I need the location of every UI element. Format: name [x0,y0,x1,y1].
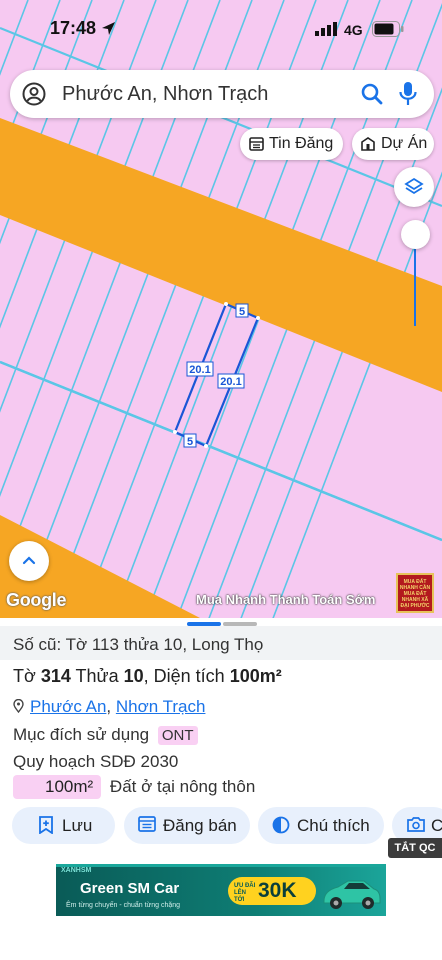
expand-button[interactable] [9,541,49,581]
post-for-sale-button[interactable]: Đăng bán [124,807,250,844]
map-ad-thumbnail[interactable]: MUA ĐẤT NHANH CẦN MUA ĐẤT NHANH XÃ ĐẠI P… [396,573,434,613]
usage-label: Mục đích sử dụng [13,725,150,744]
zoom-slider-knob[interactable] [401,220,430,249]
area-prefix: , Diện tích [143,666,230,686]
parcel-summary: Tờ 314 Thửa 10, Diện tích 100m² [13,666,282,687]
listings-chip[interactable]: Tin Đăng [240,128,343,160]
location-pin-icon [13,698,24,714]
location-separator: , [106,697,116,716]
plan-area-badge: 100m² [13,775,102,799]
status-time: 17:48 [50,18,97,38]
car-icon [323,880,381,909]
plan-row: 100m² Đất ở tại nông thôn [13,775,255,799]
dim-label-left: 20.1 [186,361,214,377]
district-link[interactable]: Nhơn Trạch [116,697,206,716]
usage-code-badge: ONT [157,726,198,745]
ad-title: Green SM Car [80,880,180,897]
ad-promo-value: 30K [258,879,297,902]
dim-label-top: 5 [235,303,249,318]
post-for-sale-label: Đăng bán [163,816,237,835]
svg-text:5: 5 [187,436,193,448]
projects-chip-label: Dự Án [381,135,428,152]
listings-chip-label: Tin Đăng [269,135,334,152]
ad-promo-small: ƯU ĐÃI LÊN TỚI [234,883,256,903]
sheet-handle-inactive[interactable] [223,622,257,626]
battery-icon [372,21,404,37]
old-record-text: Số cũ: Tờ 113 thửa 10, Long Thọ [13,635,264,654]
sheet-handle-active[interactable] [187,622,221,626]
status-bar: 17:48 4G [0,0,442,60]
capture-button-label: C [431,816,442,835]
parcel-vertex [204,444,208,448]
account-icon[interactable] [22,82,46,106]
location-row: Phước An, Nhơn Trạch [13,697,205,717]
save-button-label: Lưu [62,816,93,835]
layers-button[interactable] [394,167,434,207]
listings-icon [249,137,264,151]
sheet-prefix: Tờ [13,666,41,686]
layers-icon [404,177,424,195]
ad-promo-pill: ƯU ĐÃI LÊN TỚI 30K [228,877,316,905]
plan-description: Đất ở tại nông thôn [109,777,256,796]
svg-text:20.1: 20.1 [220,376,241,388]
location-arrow-icon [102,22,115,35]
parcel-prefix: Thửa [70,666,124,686]
ad-banner[interactable]: XANHSM Green SM Car Êm từng chuyến - chu… [56,864,386,916]
network-type: 4G [344,22,363,38]
bookmark-plus-icon [39,816,53,834]
parcel-vertex [173,430,177,434]
close-ad-button[interactable]: TẮT QC [388,838,442,858]
search-icon[interactable] [360,82,384,106]
projects-chip[interactable]: Dự Án [352,128,434,160]
plan-label: Quy hoạch SDĐ 2030 [13,752,179,771]
chevron-up-icon [22,556,36,565]
dim-label-bottom: 5 [183,433,197,448]
parcel-vertex [256,316,260,320]
dim-label-right: 20.1 [217,373,245,389]
old-record-row: Số cũ: Tờ 113 thửa 10, Long Thọ [0,626,442,660]
usage-row: Mục đích sử dụng ONT [13,725,198,745]
ward-link[interactable]: Phước An [30,697,106,716]
map-ad-text[interactable]: Mua Nhanh Thanh Toán Sớm [196,592,375,607]
map-ad-thumbnail-text: MUA ĐẤT NHANH CẦN MUA ĐẤT NHANH XÃ ĐẠI P… [399,579,431,609]
google-logo: Google [6,590,67,610]
camera-plus-icon [407,817,425,832]
ad-brand: XANHSM [61,867,92,874]
svg-text:20.1: 20.1 [189,364,210,376]
parcel-vertex [224,302,228,306]
listing-card-icon [138,816,156,832]
parcel-number: 10 [123,666,144,686]
search-input[interactable]: Phước An, Nhơn Trạch [62,83,268,106]
ad-subtitle: Êm từng chuyến - chuẩn từng chặng [66,902,181,909]
legend-button[interactable]: Chú thích [258,807,384,844]
contrast-icon [272,816,290,834]
sheet-number: 314 [40,666,71,686]
save-button[interactable]: Lưu [12,807,115,844]
svg-text:5: 5 [239,306,245,318]
signal-icon [315,22,337,36]
buildings-icon [361,137,375,151]
search-bar[interactable]: Phước An, Nhơn Trạch [10,70,434,118]
microphone-icon[interactable] [398,81,418,107]
legend-button-label: Chú thích [297,816,370,835]
parcel-area: 100m² [229,666,282,686]
